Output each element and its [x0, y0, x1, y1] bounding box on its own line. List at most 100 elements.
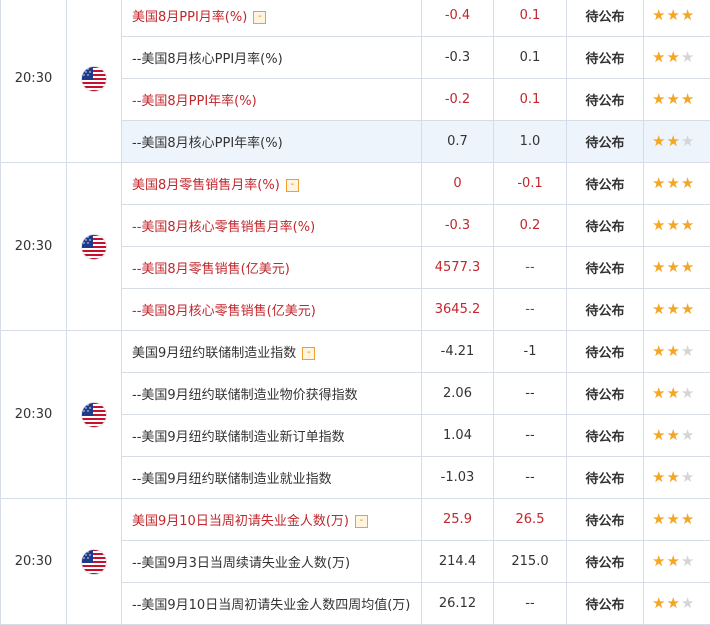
importance-rating: ★★★ [643, 162, 710, 205]
star-icon: ★ [666, 509, 680, 528]
star-icon: ★ [680, 593, 695, 612]
star-icon: ★ [680, 509, 695, 528]
release-status: 待公布 [566, 414, 644, 457]
importance-rating: ★★★ [643, 288, 710, 331]
previous-value: -0.3 [421, 204, 494, 247]
importance-rating: ★★★ [643, 246, 710, 289]
country-flag-cell [66, 498, 122, 625]
indicator-name-cell: --美国9月3日当周续请失业金人数(万) [121, 540, 422, 583]
star-icon: ★ [680, 47, 695, 66]
indicator-name[interactable]: --美国9月10日当周初请失业金人数四周均值(万) [132, 598, 410, 613]
indicator-name[interactable]: 美国9月10日当周初请失业金人数(万) [132, 514, 349, 529]
forecast-value: 26.5 [493, 498, 567, 541]
star-icon: ★ [680, 5, 695, 24]
collapse-toggle-button[interactable]: - [302, 347, 316, 360]
importance-rating: ★★★ [643, 582, 710, 625]
forecast-value: -- [493, 414, 567, 457]
economic-calendar-table: 20:30 美国8月PPI月率(%) - -0.4 0.1 待公布 ★★★ --美国8月核心P… [0, 0, 710, 625]
indicator-name[interactable]: --美国8月核心零售销售(亿美元) [132, 304, 316, 319]
indicator-name[interactable]: 美国8月零售销售月率(%) [132, 178, 280, 193]
star-icon: ★ [666, 593, 680, 612]
previous-value: 25.9 [421, 498, 494, 541]
indicator-name[interactable]: --美国9月纽约联储制造业新订单指数 [132, 430, 345, 445]
star-icon: ★ [666, 5, 680, 24]
star-icon: ★ [652, 131, 666, 150]
importance-rating: ★★★ [643, 414, 710, 457]
star-icon: ★ [680, 173, 695, 192]
collapse-toggle-button[interactable]: - [354, 515, 368, 528]
previous-value: -0.3 [421, 36, 494, 79]
previous-value: 3645.2 [421, 288, 494, 331]
release-status: 待公布 [566, 372, 644, 415]
star-icon: ★ [666, 467, 680, 486]
star-icon: ★ [666, 341, 680, 360]
forecast-value: 1.0 [493, 120, 567, 163]
star-icon: ★ [666, 551, 680, 570]
us-flag-icon [81, 401, 107, 428]
indicator-name[interactable]: --美国8月核心PPI年率(%) [132, 136, 283, 151]
us-flag-icon [81, 548, 107, 575]
table-row[interactable]: 20:30 美国8月零售销售月率(%) -0 -0.1 待公布 ★★★ [0, 162, 710, 331]
indicator-name-cell: --美国8月核心PPI年率(%) [121, 120, 422, 163]
star-icon: ★ [666, 425, 680, 444]
importance-rating: ★★★ [643, 0, 710, 37]
release-status: 待公布 [566, 288, 644, 331]
indicator-name[interactable]: --美国9月纽约联储制造业就业指数 [132, 472, 332, 487]
importance-rating: ★★★ [643, 498, 710, 541]
star-icon: ★ [666, 173, 680, 192]
release-status: 待公布 [566, 498, 644, 541]
country-flag-cell [66, 0, 122, 163]
star-icon: ★ [652, 215, 666, 234]
forecast-value: -- [493, 288, 567, 331]
star-icon: ★ [666, 257, 680, 276]
star-icon: ★ [652, 341, 666, 360]
release-status: 待公布 [566, 0, 644, 37]
importance-rating: ★★★ [643, 120, 710, 163]
importance-rating: ★★★ [643, 36, 710, 79]
star-icon: ★ [680, 257, 695, 276]
forecast-value: 0.2 [493, 204, 567, 247]
table-row[interactable]: 20:30 美国9月10日当周初请失业金人数(万) -25.9 26.5 待公布 ★★★ [0, 498, 710, 625]
star-icon: ★ [666, 383, 680, 402]
star-icon: ★ [652, 5, 666, 24]
indicator-name-cell: --美国9月纽约联储制造业物价获得指数 [121, 372, 422, 415]
indicator-name[interactable]: --美国8月零售销售(亿美元) [132, 262, 290, 277]
release-status: 待公布 [566, 540, 644, 583]
indicator-name[interactable]: 美国9月纽约联储制造业指数 [132, 346, 296, 361]
indicator-name-cell: --美国9月10日当周初请失业金人数四周均值(万) [121, 582, 422, 625]
indicator-name[interactable]: --美国8月PPI年率(%) [132, 94, 257, 109]
release-time: 20:30 [0, 498, 67, 625]
indicator-name[interactable]: --美国8月核心零售销售月率(%) [132, 220, 315, 235]
star-icon: ★ [680, 89, 695, 108]
indicator-name[interactable]: 美国8月PPI月率(%) [132, 10, 247, 25]
indicator-name[interactable]: --美国8月核心PPI月率(%) [132, 52, 283, 67]
forecast-value: 0.1 [493, 78, 567, 121]
indicator-name-cell: 美国8月零售销售月率(%) - [121, 162, 422, 205]
star-icon: ★ [680, 383, 695, 402]
country-flag-cell [66, 162, 122, 331]
release-status: 待公布 [566, 456, 644, 499]
release-status: 待公布 [566, 330, 644, 373]
previous-value: -0.2 [421, 78, 494, 121]
indicator-name[interactable]: --美国9月纽约联储制造业物价获得指数 [132, 388, 358, 403]
forecast-value: -- [493, 372, 567, 415]
star-icon: ★ [652, 467, 666, 486]
table-row[interactable]: 20:30 美国8月PPI月率(%) - -0.4 0.1 待公布 ★★★ [0, 0, 710, 163]
previous-value: -1.03 [421, 456, 494, 499]
release-status: 待公布 [566, 582, 644, 625]
table-row[interactable]: 20:30 美国9月纽约联储制造业指数 - -4.21 -1 待公布 ★★★ [0, 330, 710, 499]
star-icon: ★ [666, 131, 680, 150]
star-icon: ★ [666, 89, 680, 108]
indicator-name[interactable]: --美国9月3日当周续请失业金人数(万) [132, 556, 350, 571]
star-icon: ★ [652, 299, 666, 318]
previous-value: 4577.3 [421, 246, 494, 289]
star-icon: ★ [680, 551, 695, 570]
star-icon: ★ [680, 131, 695, 150]
release-status: 待公布 [566, 204, 644, 247]
collapse-toggle-button[interactable]: - [285, 179, 299, 192]
collapse-toggle-button[interactable]: - [253, 11, 267, 24]
indicator-name-cell: --美国8月核心零售销售月率(%) [121, 204, 422, 247]
star-icon: ★ [652, 47, 666, 66]
previous-value: 214.4 [421, 540, 494, 583]
importance-rating: ★★★ [643, 78, 710, 121]
